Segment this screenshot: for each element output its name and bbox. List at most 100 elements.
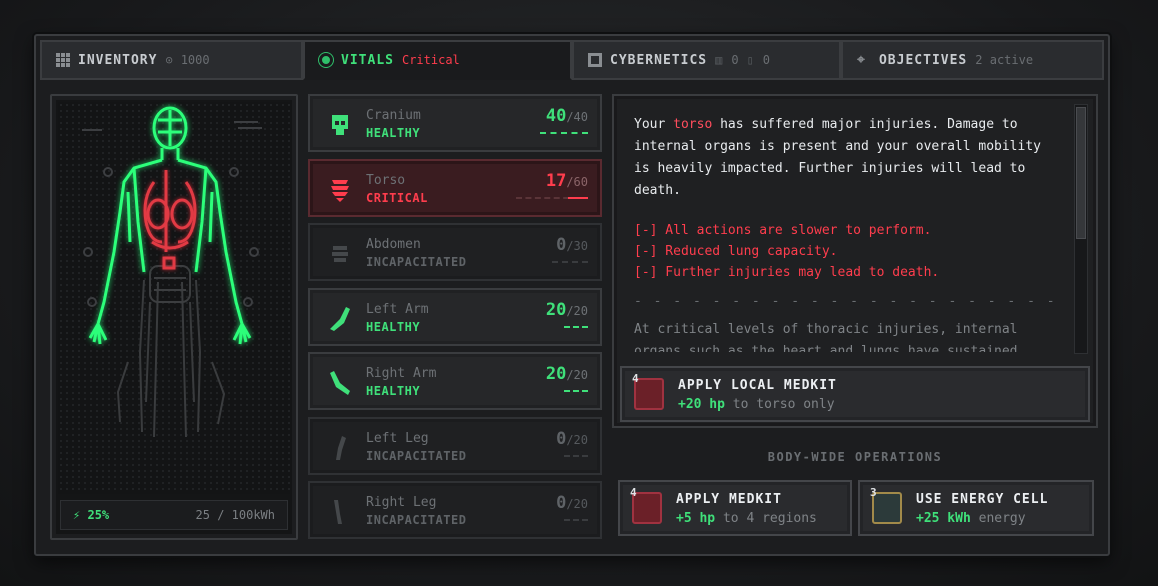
lightning-icon: ⚡: [73, 508, 81, 522]
region-hp: 40: [545, 106, 567, 126]
hp-bar: [540, 132, 588, 134]
region-hp-group: 20/20: [546, 300, 588, 320]
action-amount: +20 hp: [678, 397, 725, 412]
action-title: APPLY LOCAL MEDKIT: [678, 378, 837, 393]
region-status: HEALTHY: [366, 319, 421, 334]
tab-vitals[interactable]: VITALS Critical: [303, 40, 572, 80]
left-arm-icon: [330, 306, 350, 331]
use-energy-cell-button[interactable]: 3 USE ENERGY CELL +25 kWh energy: [858, 480, 1094, 536]
region-status: HEALTHY: [366, 126, 421, 140]
region-hp-group: 0/20: [556, 493, 588, 513]
action-amount: +5 hp: [676, 511, 716, 526]
region-hp: 0: [556, 428, 567, 449]
region-hp-group: 17/60: [546, 171, 588, 191]
region-hp-max: /20: [566, 432, 588, 447]
vitals-icon: [319, 53, 334, 67]
region-hp-max: /20: [566, 368, 588, 382]
region-hp-group: 0/30: [556, 235, 588, 255]
region-hp: 0: [556, 235, 567, 255]
injury-summary: Your torso has suffered major injuries. …: [634, 114, 1064, 202]
region-left-arm[interactable]: Left Arm HEALTHY 20/20: [308, 287, 602, 346]
apply-medkit-button[interactable]: 4 APPLY MEDKIT +5 hp to 4 regions: [618, 480, 852, 536]
body-wide-heading: BODY-WIDE OPERATIONS: [767, 450, 943, 464]
effect-item: [-] Reduced lung capacity.: [634, 244, 838, 259]
module-icon: ▯: [746, 53, 755, 67]
action-title: USE ENERGY CELL: [916, 492, 1049, 507]
region-hp-max: /60: [566, 174, 588, 189]
region-left-leg[interactable]: Left Leg INCAPACITATED 0/20: [308, 416, 602, 475]
region-right-arm[interactable]: Right Arm HEALTHY 20/20: [308, 352, 602, 410]
action-description: +20 hp to torso only: [678, 397, 835, 412]
item-count: 4: [630, 486, 637, 499]
vitals-window: INVENTORY ⊙ 1000 VITALS Critical CYBERNE…: [34, 34, 1110, 556]
apply-local-medkit-button[interactable]: 4 APPLY LOCAL MEDKIT +20 hp to torso onl…: [620, 366, 1090, 422]
action-amount: +25 kWh: [916, 511, 971, 526]
region-status: INCAPACITATED: [366, 255, 467, 269]
skull-icon: [332, 115, 348, 135]
hp-bar: [552, 261, 588, 263]
tab-bar: INVENTORY ⊙ 1000 VITALS Critical CYBERNE…: [40, 40, 1104, 80]
region-description[interactable]: Your torso has suffered major injuries. …: [634, 114, 1064, 352]
region-cranium[interactable]: Cranium HEALTHY 40/40: [308, 94, 602, 152]
region-hp: 20: [545, 364, 567, 384]
tab-inventory-label: INVENTORY: [78, 52, 158, 68]
region-hp-group: 40/40: [546, 106, 588, 126]
energy-percent-group: ⚡ 25%: [73, 508, 109, 522]
tab-vitals-status: Critical: [401, 53, 460, 67]
region-hp-group: 20/20: [546, 364, 588, 384]
divider: - - - - - - - - - - - - - - - - - - - - …: [634, 294, 1064, 309]
region-status: HEALTHY: [366, 384, 421, 398]
region-hp: 17: [545, 170, 567, 191]
tab-cybernetics[interactable]: CYBERNETICS ▥ 0 ▯ 0: [572, 40, 841, 80]
hp-bar: [568, 196, 588, 199]
energy-meter: ⚡ 25% 25 / 100kWh: [60, 500, 288, 530]
region-hp: 20: [545, 299, 567, 320]
action-title: APPLY MEDKIT: [676, 492, 782, 507]
summary-text-a: Your: [634, 117, 674, 132]
region-hp-group: 0/20: [556, 429, 588, 449]
right-arm-icon: [330, 371, 350, 395]
action-description: +5 hp to 4 regions: [676, 511, 817, 526]
action-detail: to torso only: [724, 397, 835, 412]
grid-icon: [56, 53, 70, 67]
region-status: CRITICAL: [366, 190, 428, 205]
effects-list: [-] All actions are slower to perform. […: [634, 220, 1064, 283]
region-name: Torso: [366, 172, 406, 188]
effect-item: [-] All actions are slower to perform.: [634, 223, 932, 238]
hp-bar: [564, 390, 588, 392]
tab-cybernetics-count-b: 0: [762, 53, 771, 67]
implant-icon: ▥: [715, 53, 724, 67]
region-right-leg[interactable]: Right Leg INCAPACITATED 0/20: [308, 481, 602, 539]
hp-bar: [564, 325, 588, 328]
region-name: Left Arm: [366, 301, 429, 317]
lore-text: At critical levels of thoracic injuries,…: [634, 322, 1018, 352]
tab-objectives[interactable]: ⌖ OBJECTIVES 2 active: [840, 40, 1104, 80]
item-count: 4: [632, 372, 639, 385]
tab-inventory[interactable]: INVENTORY ⊙ 1000: [40, 40, 304, 80]
tab-cybernetics-label: CYBERNETICS: [610, 52, 708, 68]
scrollbar[interactable]: [1074, 104, 1088, 354]
chip-icon: [588, 53, 602, 67]
tab-inventory-credits: 1000: [180, 53, 210, 67]
scrollbar-thumb[interactable]: [1076, 107, 1086, 239]
region-abdomen[interactable]: Abdomen INCAPACITATED 0/30: [308, 223, 602, 281]
region-name: Right Leg: [366, 495, 437, 510]
region-torso[interactable]: Torso CRITICAL 17/60: [308, 158, 602, 217]
region-status: INCAPACITATED: [366, 448, 467, 463]
region-status: INCAPACITATED: [366, 513, 467, 527]
stomach-icon: [332, 246, 348, 262]
tab-vitals-label: VITALS: [341, 52, 394, 68]
hp-bar: [564, 454, 588, 457]
region-name: Left Leg: [366, 430, 429, 446]
region-details-panel: Your torso has suffered major injuries. …: [612, 94, 1098, 428]
item-count: 3: [870, 486, 877, 499]
body-diagram-panel: ⚡ 25% 25 / 100kWh: [50, 94, 298, 540]
effect-item: [-] Further injuries may lead to death.: [634, 265, 940, 280]
region-hp: 0: [556, 493, 567, 513]
left-leg-icon: [336, 435, 346, 460]
right-leg-icon: [334, 500, 342, 524]
summary-region: torso: [673, 117, 713, 132]
region-name: Abdomen: [366, 237, 421, 252]
region-hp-max: /20: [566, 303, 588, 318]
body-region-list: Cranium HEALTHY 40/40 Torso CRITICAL 17/…: [308, 94, 602, 546]
